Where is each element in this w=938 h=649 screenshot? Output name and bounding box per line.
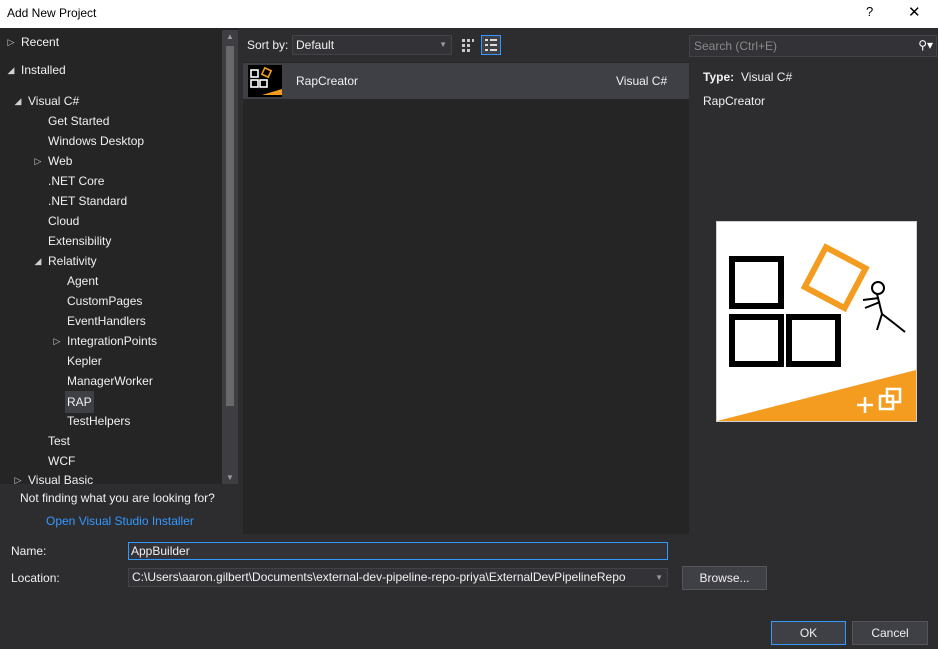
collapsed-arrow-icon[interactable]: ▷ xyxy=(13,470,23,484)
tree-item-label: Web xyxy=(48,154,73,168)
tree-item-label: RAP xyxy=(65,391,94,413)
type-value: Visual C# xyxy=(741,70,793,84)
collapsed-arrow-icon[interactable]: ▷ xyxy=(33,151,43,171)
template-category-tree: ▷ Recent ◢ Installed ◢ Visual C# Get Started Wi… xyxy=(0,28,238,484)
tree-scrollbar[interactable]: ▲ ▼ xyxy=(222,30,238,484)
search-box[interactable]: ⚲▾ xyxy=(689,35,937,57)
location-label: Location: xyxy=(11,571,60,585)
tree-item-label: IntegrationPoints xyxy=(67,334,158,348)
close-button[interactable]: ✕ xyxy=(908,3,921,21)
type-label: Type: xyxy=(703,70,735,84)
project-name-input[interactable] xyxy=(128,542,668,560)
chevron-down-icon: ▼ xyxy=(439,40,447,49)
tree-item-label: Recent xyxy=(21,35,60,49)
tree-item-label: EventHandlers xyxy=(67,314,146,328)
tree-item-label: Windows Desktop xyxy=(48,134,145,148)
tree-item-label: CustomPages xyxy=(67,294,143,308)
scroll-down-icon[interactable]: ▼ xyxy=(226,473,234,482)
list-view-button[interactable] xyxy=(481,35,501,55)
location-select[interactable]: C:\Users\aaron.gilbert\Documents\externa… xyxy=(128,568,668,587)
template-row-rapcreator[interactable]: RapCreator Visual C# xyxy=(243,63,689,99)
tree-item-label: Installed xyxy=(21,63,66,77)
tree-item-label: Visual C# xyxy=(28,94,80,108)
ok-button[interactable]: OK xyxy=(771,621,846,645)
rapcreator-template-icon xyxy=(248,65,282,97)
expanded-arrow-icon[interactable]: ◢ xyxy=(33,251,43,271)
tree-item-label: Relativity xyxy=(48,254,97,268)
selected-template-name: RapCreator xyxy=(703,94,766,108)
tree-item-label: Kepler xyxy=(67,354,102,368)
not-finding-text: Not finding what you are looking for? xyxy=(20,491,215,505)
tree-item-label: Extensibility xyxy=(48,234,112,248)
expanded-arrow-icon[interactable]: ◢ xyxy=(6,60,16,80)
template-name: RapCreator xyxy=(296,74,359,88)
tree-item-label: .NET Core xyxy=(48,174,105,188)
tree-item-label: TestHelpers xyxy=(67,414,131,428)
name-label: Name: xyxy=(11,544,47,558)
template-list xyxy=(243,62,689,534)
template-language: Visual C# xyxy=(616,74,668,88)
search-input[interactable] xyxy=(694,38,904,54)
search-icon[interactable]: ⚲▾ xyxy=(918,38,933,52)
cancel-button[interactable]: Cancel xyxy=(852,621,928,645)
list-view-icon xyxy=(485,39,497,51)
chevron-down-icon: ▼ xyxy=(655,573,663,582)
tree-item-label: .NET Standard xyxy=(48,194,128,208)
help-button[interactable]: ? xyxy=(866,4,873,19)
location-value: C:\Users\aaron.gilbert\Documents\externa… xyxy=(132,570,626,584)
tree-item-label: WCF xyxy=(48,454,76,468)
tree-item-label: Cloud xyxy=(48,214,80,228)
collapsed-arrow-icon[interactable]: ▷ xyxy=(6,32,16,52)
collapsed-arrow-icon[interactable]: ▷ xyxy=(52,331,62,351)
tree-item-label: Get Started xyxy=(48,114,110,128)
tree-item-label: Agent xyxy=(67,274,99,288)
scrollbar-thumb[interactable] xyxy=(226,46,234,406)
sort-by-select[interactable]: Default ▼ xyxy=(292,35,452,55)
tree-item-label: ManagerWorker xyxy=(67,374,153,388)
title-bar: Add New Project ? ✕ xyxy=(0,0,938,28)
open-installer-link[interactable]: Open Visual Studio Installer xyxy=(46,514,194,528)
grid-view-icon xyxy=(462,39,474,52)
dialog-title: Add New Project xyxy=(7,6,97,20)
browse-button[interactable]: Browse... xyxy=(682,566,767,590)
expanded-arrow-icon[interactable]: ◢ xyxy=(13,91,23,111)
small-icons-view-button[interactable] xyxy=(458,35,478,55)
tree-item-label: Test xyxy=(48,434,71,448)
sort-by-value: Default xyxy=(296,38,335,52)
scroll-up-icon[interactable]: ▲ xyxy=(226,32,234,41)
tree-item-label: Visual Basic xyxy=(28,473,94,484)
template-preview-image xyxy=(716,221,917,422)
sort-by-label: Sort by: xyxy=(247,38,289,52)
